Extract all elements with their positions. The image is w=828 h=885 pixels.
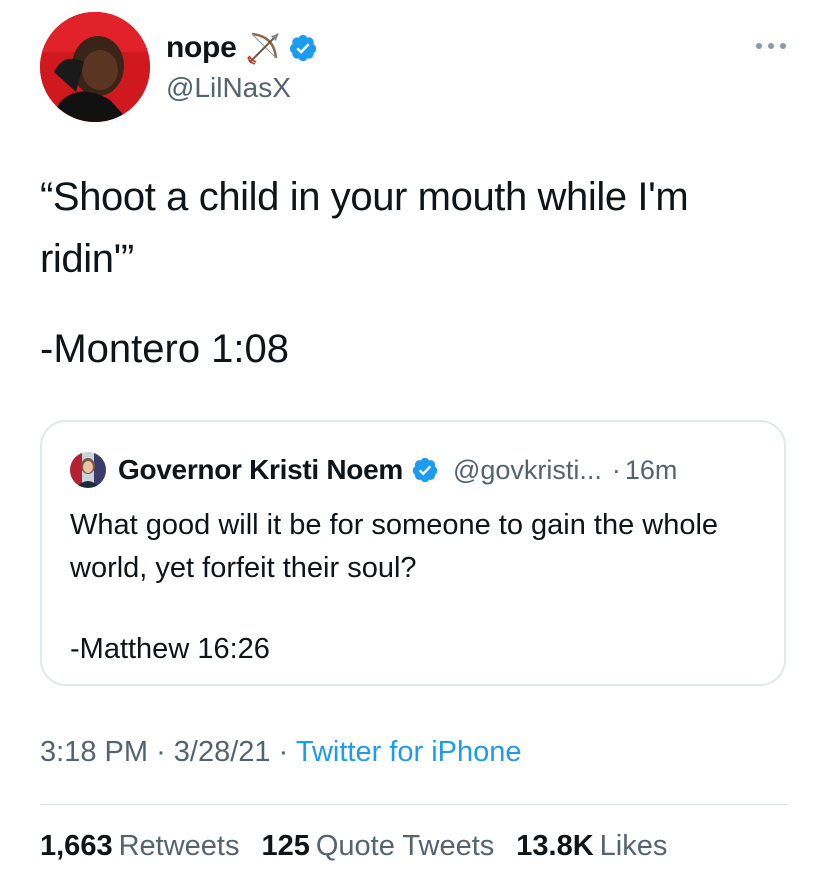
tweet-meta: 3:18 PM · 3/28/21 · Twitter for iPhone (40, 736, 522, 769)
likes-stat[interactable]: 13.8K Likes (516, 830, 667, 863)
tweet-time[interactable]: 3:18 PM (40, 736, 148, 768)
author-avatar[interactable] (40, 12, 150, 122)
more-dot (756, 43, 762, 49)
quoted-author-avatar (70, 452, 106, 488)
quoted-tweet-signature: -Matthew 16:26 (70, 633, 270, 665)
more-dot (768, 43, 774, 49)
author-handle[interactable]: @LilNasX (166, 72, 318, 104)
tweet-stats: 1,663 Retweets 125 Quote Tweets 13.8K Likes (40, 830, 689, 863)
quoted-author-name: Governor Kristi Noem (118, 454, 403, 485)
author-display-name[interactable]: nope (166, 31, 237, 65)
author-name-row: nope (166, 28, 318, 68)
quoted-tweet-card[interactable]: Governor Kristi Noem @govkristi... · 16m… (40, 420, 786, 686)
divider (40, 804, 788, 805)
quoted-tweet-header: Governor Kristi Noem @govkristi... · 16m (70, 452, 677, 488)
tweet-signature: -Montero 1:08 (40, 327, 290, 371)
quote-tweets-label: Quote Tweets (315, 830, 495, 862)
verified-badge-icon (412, 457, 438, 483)
quoted-separator: · (611, 454, 621, 485)
quoted-author-handle: @govkristi... (452, 454, 602, 485)
retweets-label: Retweets (118, 830, 240, 862)
tweet-source-link[interactable]: Twitter for iPhone (296, 736, 522, 768)
more-options-icon[interactable] (756, 36, 786, 56)
quote-tweets-stat[interactable]: 125 Quote Tweets (261, 830, 494, 863)
meta-separator: · (278, 736, 289, 768)
quoted-tweet-text: What good will it be for someone to gain… (70, 509, 719, 584)
retweets-count: 1,663 (40, 830, 113, 862)
bow-and-arrow-icon (247, 32, 280, 65)
likes-count: 13.8K (516, 830, 594, 862)
more-dot (780, 43, 786, 49)
likes-label: Likes (599, 830, 668, 862)
retweets-stat[interactable]: 1,663 Retweets (40, 830, 239, 863)
meta-separator: · (156, 736, 166, 768)
author-info: nope @LilNasX (166, 28, 318, 104)
quoted-timestamp: 16m (624, 454, 678, 485)
tweet-date[interactable]: 3/28/21 (174, 736, 271, 768)
tweet-text: “Shoot a child in your mouth while I'm r… (40, 175, 689, 281)
quote-tweets-count: 125 (261, 830, 310, 862)
tweet-header: nope @LilNasX (40, 12, 788, 122)
verified-badge-icon (290, 34, 317, 62)
